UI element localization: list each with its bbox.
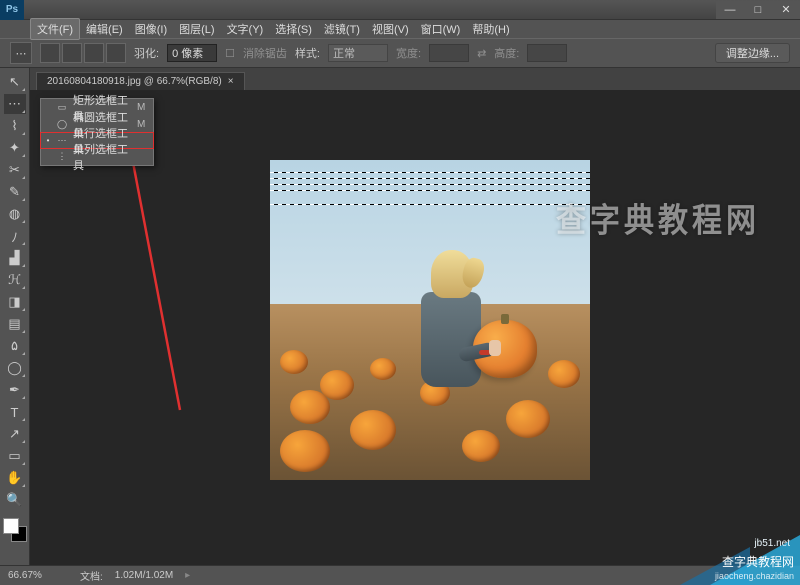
new-selection-icon[interactable] bbox=[40, 43, 60, 63]
app-logo: Ps bbox=[0, 0, 24, 20]
width-label: 宽度: bbox=[396, 45, 421, 61]
menu-type[interactable]: 文字(Y) bbox=[221, 19, 270, 39]
crop-tool[interactable]: ✂ bbox=[4, 160, 26, 180]
single-column-icon: ⋮ bbox=[55, 152, 69, 162]
flyout-shortcut: M bbox=[137, 119, 149, 130]
dodge-tool[interactable]: ◯ bbox=[4, 358, 26, 378]
flyout-single-column-marquee[interactable]: ⋮ 单列选框工具 bbox=[41, 148, 153, 165]
refine-edge-button[interactable]: 调整边缘... bbox=[715, 43, 790, 63]
add-selection-icon[interactable] bbox=[62, 43, 82, 63]
hand-tool[interactable]: ✋ bbox=[4, 468, 26, 488]
image-content bbox=[270, 160, 590, 480]
menu-filter[interactable]: 滤镜(T) bbox=[318, 19, 366, 39]
antialias-label: 消除锯齿 bbox=[243, 45, 287, 61]
history-brush-tool[interactable]: ℋ bbox=[4, 270, 26, 290]
brush-tool[interactable]: ﾉ bbox=[4, 226, 26, 246]
status-bar: 66.67% 文档: 1.02M/1.02M ▸ bbox=[0, 565, 800, 585]
foreground-color-swatch[interactable] bbox=[3, 518, 19, 534]
feather-label: 羽化: bbox=[134, 45, 159, 61]
flyout-shortcut: M bbox=[137, 102, 149, 113]
document-tabbar: 20160804180918.jpg @ 66.7%(RGB/8) × bbox=[0, 68, 800, 90]
zoom-level[interactable]: 66.67% bbox=[8, 570, 68, 581]
selection-marquee-line bbox=[270, 204, 590, 205]
color-swatches[interactable] bbox=[3, 518, 27, 542]
path-select-tool[interactable]: ↗ bbox=[4, 424, 26, 444]
menu-layer[interactable]: 图层(L) bbox=[173, 19, 220, 39]
tab-close-icon[interactable]: × bbox=[228, 76, 234, 87]
document-canvas[interactable] bbox=[270, 160, 590, 480]
tool-preset-icon[interactable]: ⋯ bbox=[10, 42, 32, 64]
style-select[interactable]: 正常 bbox=[328, 44, 388, 62]
gradient-tool[interactable]: ▤ bbox=[4, 314, 26, 334]
feather-input[interactable] bbox=[167, 44, 217, 62]
single-row-icon: ⋯ bbox=[55, 136, 69, 146]
selection-marquee-line bbox=[270, 178, 590, 179]
height-label: 高度: bbox=[494, 45, 519, 61]
menu-edit[interactable]: 编辑(E) bbox=[80, 19, 129, 39]
menu-image[interactable]: 图像(I) bbox=[129, 19, 173, 39]
menu-window[interactable]: 窗口(W) bbox=[415, 19, 467, 39]
document-tab[interactable]: 20160804180918.jpg @ 66.7%(RGB/8) × bbox=[36, 72, 245, 90]
height-input bbox=[527, 44, 567, 62]
options-bar: ⋯ 羽化: ☐ 消除锯齿 样式: 正常 宽度: ⇄ 高度: 调整边缘... bbox=[0, 38, 800, 68]
healing-tool[interactable]: ◍ bbox=[4, 204, 26, 224]
stamp-tool[interactable]: ▟ bbox=[4, 248, 26, 268]
menu-file[interactable]: 文件(F) bbox=[30, 18, 80, 40]
ellipse-icon: ◯ bbox=[55, 120, 69, 130]
style-label: 样式: bbox=[295, 45, 320, 61]
menu-select[interactable]: 选择(S) bbox=[269, 19, 318, 39]
tab-title: 20160804180918.jpg @ 66.7%(RGB/8) bbox=[47, 76, 222, 87]
shape-tool[interactable]: ▭ bbox=[4, 446, 26, 466]
menubar: 文件(F) 编辑(E) 图像(I) 图层(L) 文字(Y) 选择(S) 滤镜(T… bbox=[0, 20, 800, 38]
selection-marquee-line bbox=[270, 190, 590, 191]
doc-size-value: 1.02M/1.02M bbox=[115, 570, 173, 581]
rectangle-icon: ▭ bbox=[55, 103, 69, 113]
flyout-label: 单列选框工具 bbox=[73, 141, 133, 173]
window-controls: — □ ✕ bbox=[716, 1, 800, 19]
blur-tool[interactable]: ۵ bbox=[4, 336, 26, 356]
move-tool[interactable]: ↖ bbox=[4, 72, 26, 92]
minimize-button[interactable]: — bbox=[716, 1, 744, 19]
lasso-tool[interactable]: ⌇ bbox=[4, 116, 26, 136]
quick-select-tool[interactable]: ✦ bbox=[4, 138, 26, 158]
eyedropper-tool[interactable]: ✎ bbox=[4, 182, 26, 202]
titlebar: Ps — □ ✕ bbox=[0, 0, 800, 20]
doc-size-label: 文档: bbox=[80, 568, 103, 583]
menu-help[interactable]: 帮助(H) bbox=[466, 19, 515, 39]
toolbox: ↖ ⋯ ⌇ ✦ ✂ ✎ ◍ ﾉ ▟ ℋ ◨ ▤ ۵ ◯ ✒ T ↗ ▭ ✋ 🔍 bbox=[0, 68, 30, 565]
type-tool[interactable]: T bbox=[4, 402, 26, 422]
close-button[interactable]: ✕ bbox=[772, 1, 800, 19]
marquee-tool[interactable]: ⋯ bbox=[4, 94, 26, 114]
marquee-tool-flyout: ▭ 矩形选框工具 M ◯ 椭圆选框工具 M • ⋯ 单行选框工具 ⋮ 单列选框工… bbox=[40, 98, 154, 166]
selection-marquee-line bbox=[270, 172, 590, 173]
selection-mode-group bbox=[40, 43, 126, 63]
maximize-button[interactable]: □ bbox=[744, 1, 772, 19]
selection-marquee-line bbox=[270, 184, 590, 185]
width-input bbox=[429, 44, 469, 62]
pen-tool[interactable]: ✒ bbox=[4, 380, 26, 400]
menu-view[interactable]: 视图(V) bbox=[366, 19, 415, 39]
swap-wh-icon: ⇄ bbox=[477, 47, 486, 60]
intersect-selection-icon[interactable] bbox=[106, 43, 126, 63]
zoom-tool[interactable]: 🔍 bbox=[4, 490, 26, 510]
subtract-selection-icon[interactable] bbox=[84, 43, 104, 63]
eraser-tool[interactable]: ◨ bbox=[4, 292, 26, 312]
